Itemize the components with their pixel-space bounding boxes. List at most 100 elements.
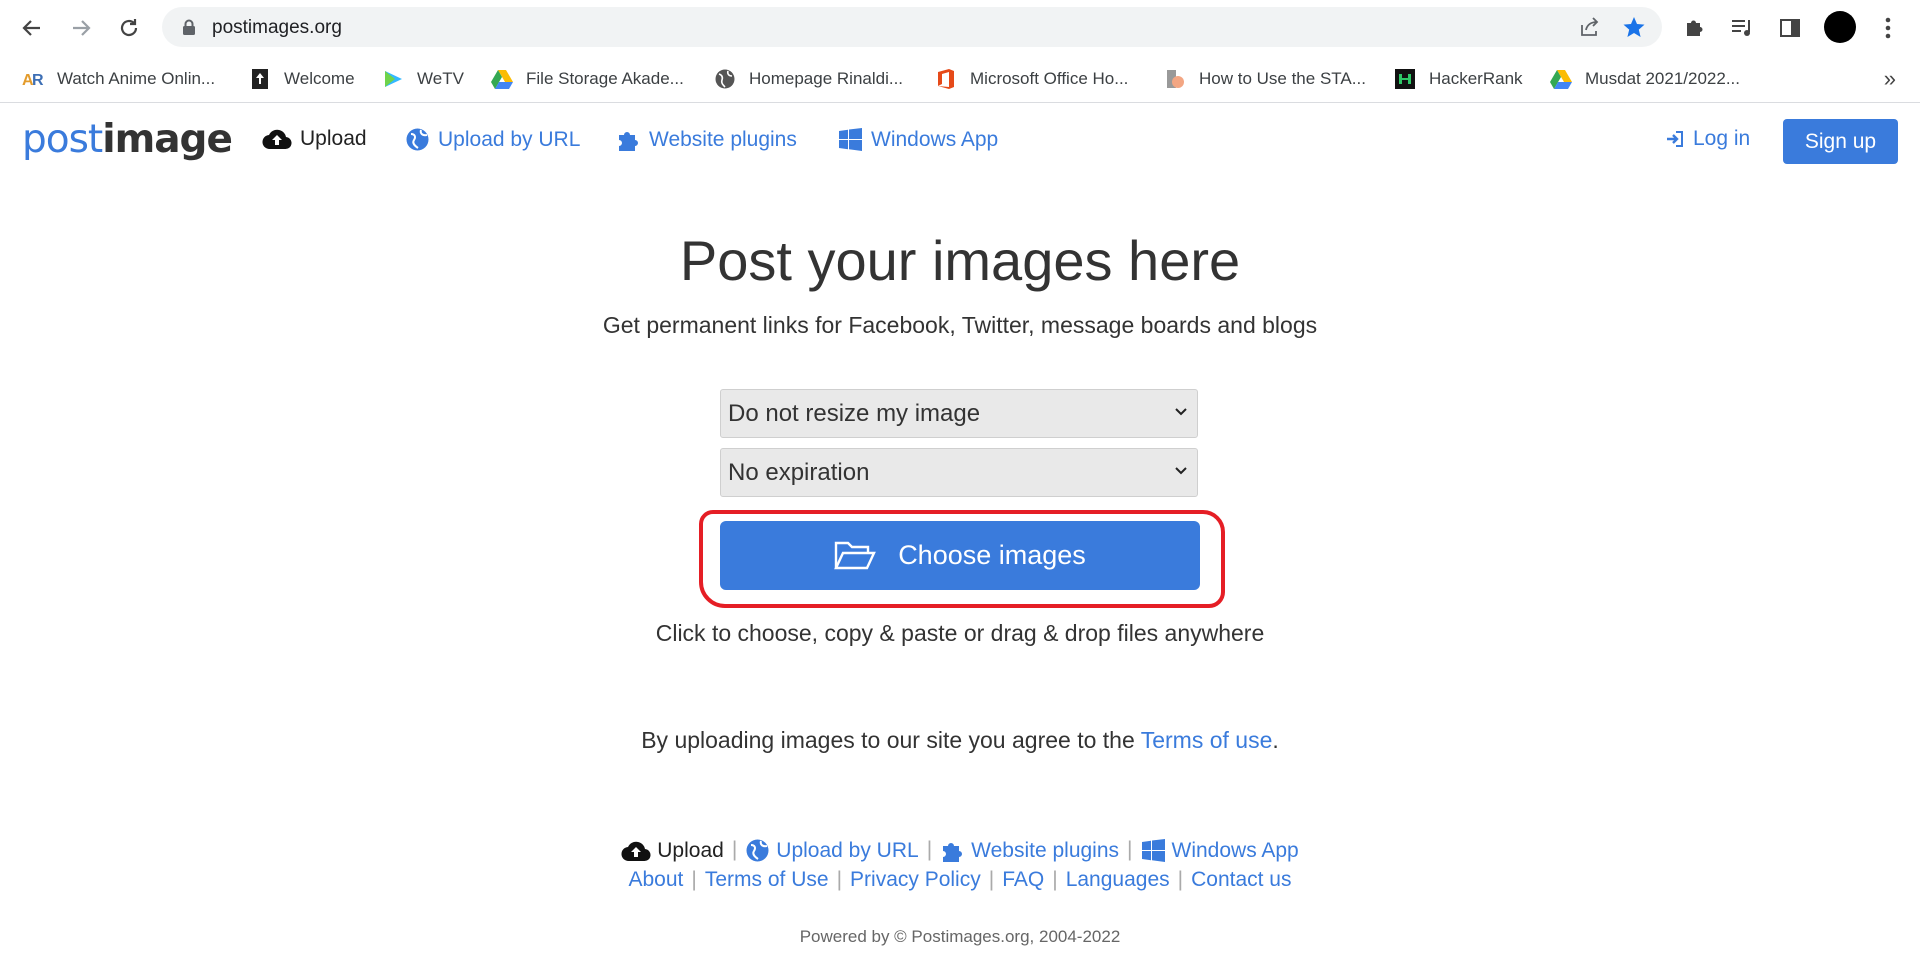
footer-website-plugins[interactable]: Website plugins [940,838,1119,863]
bookmark-microsoft-office[interactable]: Microsoft Office Ho... [935,64,1128,94]
bookmark-welcome[interactable]: Welcome [249,64,355,94]
bookmark-how-to-use[interactable]: How to Use the STA... [1164,64,1366,94]
share-icon[interactable] [1578,16,1600,38]
terms-notice: By uploading images to our site you agre… [0,727,1920,754]
terms-of-use-link[interactable]: Terms of use [1141,727,1273,753]
puzzle-icon [1687,20,1703,36]
lock-icon [183,19,195,35]
chevron-down-icon [1175,408,1187,416]
page-title: Post your images here [679,229,1241,292]
welcome-page-icon [249,68,271,90]
signup-button[interactable]: Sign up [1783,119,1898,164]
browser-menu-button[interactable] [1872,12,1904,44]
annotation-highlight [699,510,1225,608]
google-drive-icon [1550,68,1572,90]
nav-website-plugins-label: Website plugins [649,127,797,151]
nav-upload-by-url-label: Upload by URL [438,127,581,151]
windows-icon [839,128,862,151]
bookmark-wetv[interactable]: WeTV [382,64,464,94]
footer-privacy-link[interactable]: Privacy Policy [850,868,981,891]
chevron-down-icon [1175,467,1187,475]
article-icon [1164,68,1186,90]
expiration-select[interactable]: No expiration [720,448,1198,497]
side-panel-button[interactable] [1774,12,1806,44]
nav-website-plugins[interactable]: Website plugins [616,127,797,152]
footer-faq-link[interactable]: FAQ [1002,868,1044,891]
bookmark-musdat[interactable]: Musdat 2021/2022... [1550,64,1740,94]
postimage-logo[interactable]: postimage [22,117,233,162]
globe-icon [746,839,769,862]
terms-suffix: . [1272,727,1279,753]
separator: | [691,868,697,891]
footer-website-plugins-label: Website plugins [971,838,1120,862]
bookmark-homepage-rinaldi[interactable]: Homepage Rinaldi... [714,64,903,94]
anime-site-icon: AR [22,68,44,90]
login-label: Log in [1693,127,1751,150]
logo-image-text: image [102,117,233,162]
puzzle-icon [943,843,963,862]
resize-select-value: Do not resize my image [728,399,981,427]
terms-prefix: By uploading images to our site you agre… [641,727,1141,753]
footer-nav-primary: Upload | Upload by URL | Website plugins | Win… [0,838,1920,863]
back-button[interactable] [16,12,48,44]
back-arrow-icon [22,20,40,36]
address-bar[interactable]: postimages.org [162,7,1662,47]
copyright-text: Powered by © Postimages.org, 2004-2022 [799,927,1121,946]
upload-hint: Click to choose, copy & paste or drag & … [655,620,1265,646]
resize-select[interactable]: Do not resize my image [720,389,1198,438]
footer-upload-by-url[interactable]: Upload by URL [745,838,919,863]
svg-text:R: R [32,72,44,89]
separator: | [1177,868,1184,891]
nav-windows-app[interactable]: Windows App [838,127,998,152]
separator: | [731,838,738,862]
reload-button[interactable] [113,12,145,44]
site-header: postimage Upload Upload by URL Website p… [0,103,1920,180]
reading-list-button[interactable] [1726,12,1758,44]
bookmark-file-storage[interactable]: File Storage Akade... [491,64,684,94]
forward-arrow-icon [73,20,91,36]
separator: | [1127,838,1133,862]
bookmark-label: WeTV [417,69,464,88]
page-subtitle: Get permanent links for Facebook, Twitte… [602,312,1318,338]
bookmark-hackerrank[interactable]: HackerRank [1394,64,1523,94]
playlist-icon [1732,20,1750,36]
bookmark-star-icon[interactable] [1622,15,1646,39]
footer-about-link[interactable]: About [629,868,684,891]
bookmark-watch-anime[interactable]: AR Watch Anime Onlin... [22,64,215,94]
more-bookmarks-button[interactable]: » [1884,66,1896,92]
login-link[interactable]: Log in [1665,127,1750,151]
separator: | [926,838,933,862]
expiration-select-value: No expiration [728,458,870,486]
separator: | [1052,868,1058,891]
footer-upload[interactable]: Upload [621,839,724,863]
bookmark-label: How to Use the STA... [1199,69,1366,88]
more-vert-icon [1885,17,1891,39]
nav-upload[interactable]: Upload [262,127,367,151]
forward-button[interactable] [65,12,97,44]
hackerrank-icon [1394,68,1416,90]
cloud-upload-icon [621,841,651,861]
extensions-button[interactable] [1678,12,1710,44]
footer-languages-link[interactable]: Languages [1066,868,1170,891]
nav-upload-label: Upload [300,127,367,150]
footer-contact-link[interactable]: Contact us [1191,868,1291,891]
footer-terms-link[interactable]: Terms of Use [705,868,829,891]
windows-icon [1141,839,1165,862]
url-text[interactable]: postimages.org [212,17,342,39]
footer-nav-secondary: About | Terms of Use | Privacy Policy | FAQ | La… [0,868,1920,892]
side-panel-icon [1780,19,1800,37]
nav-windows-app-label: Windows App [871,127,999,151]
footer-upload-label: Upload [657,838,724,862]
logo-post-text: post [22,117,103,162]
bookmark-label: HackerRank [1429,69,1523,88]
bookmark-label: Homepage Rinaldi... [749,69,904,88]
office-icon [935,68,957,90]
nav-upload-by-url[interactable]: Upload by URL [405,127,580,152]
footer-windows-app[interactable]: Windows App [1141,838,1299,863]
profile-avatar[interactable] [1824,11,1856,43]
browser-toolbar: postimages.org [0,0,1920,56]
bookmarks-bar: AR Watch Anime Onlin... Welcome WeTV Fil… [0,56,1920,103]
cloud-upload-icon [262,129,292,150]
bookmark-label: Musdat 2021/2022... [1585,69,1741,88]
login-icon [1667,131,1683,147]
